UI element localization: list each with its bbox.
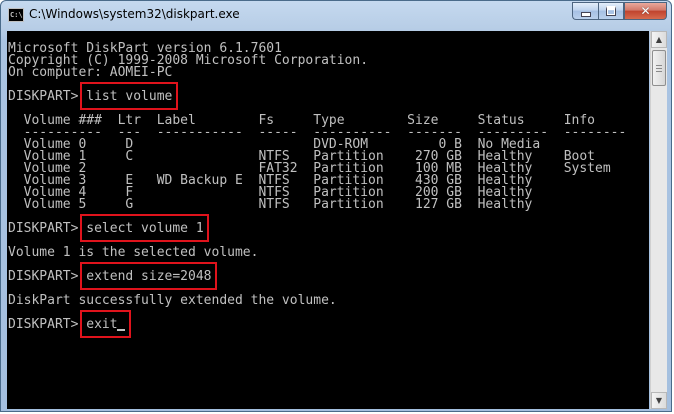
console-window: C:\ C:\Windows\system32\diskpart.exe ✕ M…	[0, 0, 672, 412]
console-output[interactable]: Microsoft DiskPart version 6.1.7601 Copy…	[7, 31, 649, 409]
scroll-up-button[interactable]: ▲	[651, 31, 667, 48]
window-title: C:\Windows\system32\diskpart.exe	[29, 7, 240, 21]
scroll-down-button[interactable]: ▼	[651, 392, 667, 409]
cmd-app-icon: C:\	[8, 8, 24, 22]
vertical-scrollbar[interactable]: ▲ ▼	[650, 31, 667, 409]
maximize-icon	[606, 6, 616, 16]
arrow-down-icon: ▼	[655, 396, 663, 405]
title-bar[interactable]: C:\ C:\Windows\system32\diskpart.exe ✕	[1, 1, 671, 31]
minimize-button[interactable]	[572, 2, 598, 20]
minimize-icon	[580, 11, 591, 17]
maximize-button[interactable]	[598, 2, 624, 20]
scroll-thumb[interactable]	[652, 50, 666, 86]
caption-buttons: ✕	[572, 2, 667, 21]
close-icon: ✕	[640, 4, 651, 18]
grip-line	[656, 68, 662, 69]
command-highlight	[80, 262, 218, 290]
command-highlight	[80, 82, 179, 110]
command-highlight	[80, 214, 210, 242]
text-cursor	[117, 329, 126, 331]
grip-line	[656, 65, 662, 66]
arrow-up-icon: ▲	[655, 35, 663, 44]
command-highlight	[80, 310, 132, 338]
close-button[interactable]: ✕	[624, 2, 667, 20]
grip-line	[656, 71, 662, 72]
